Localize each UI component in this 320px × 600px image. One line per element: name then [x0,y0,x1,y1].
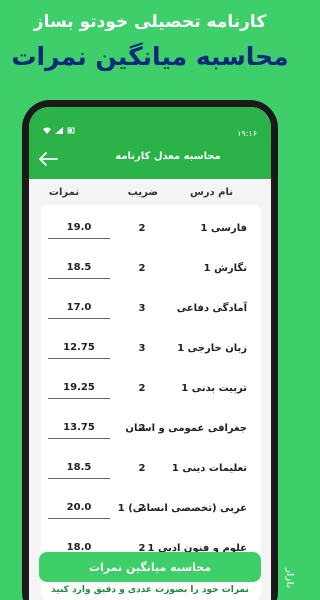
back-arrow-icon[interactable] [37,149,59,169]
course-factor: 2 [138,383,146,394]
score-input[interactable]: 19.0 [48,219,110,239]
status-icons [43,127,75,134]
table-row: تربیت بدنی 1 2 19.25 [41,369,261,409]
course-factor: 2 [138,463,146,474]
promo-banner: کارنامه تحصیلی خودتو بساز محاسبه میانگین… [0,0,300,100]
course-name: نگارش 1 [203,263,247,274]
course-name: زبان خارجی 1 [177,343,247,354]
course-factor: 3 [138,303,146,314]
app-screen: ۱۹:۱۶ محاسبه معدل کارنامه نام درس ضریب ن… [29,107,271,600]
store-watermark: بازار [284,567,294,589]
status-bar: ۱۹:۱۶ [29,107,271,139]
course-factor: 3 [138,343,146,354]
table-row: زبان خارجی 1 3 12.75 [41,329,261,369]
app-bar: محاسبه معدل کارنامه [29,139,271,179]
score-input[interactable]: 19.25 [48,379,110,399]
table-row: جغرافی عمومی و استان 2 13.75 [41,409,261,449]
score-input[interactable]: 17.0 [48,299,110,319]
course-name: تربیت بدنی 1 [181,383,247,394]
wifi-icon [43,127,51,134]
promo-subtitle: کارنامه تحصیلی خودتو بساز [33,12,267,32]
column-header-name: نام درس [189,187,233,198]
table-row: عربی (تخصصی انسانی) 1 2 20.0 [41,489,261,529]
table-row: نگارش 1 2 18.5 [41,249,261,289]
course-factor: 2 [138,423,146,434]
course-factor: 2 [138,503,146,514]
course-factor: 2 [138,263,146,274]
battery-icon [67,127,75,134]
table-row: تعلیمات دینی 1 2 18.5 [41,449,261,489]
column-header-factor: ضریب [127,187,158,198]
table-row: آمادگی دفاعی 3 17.0 [41,289,261,329]
grades-list: فارسی 1 2 19.0 نگارش 1 2 18.5 آمادگی دفا… [41,205,261,600]
course-name: فارسی 1 [200,223,247,234]
column-header-score: نمرات [48,187,80,198]
status-time: ۱۹:۱۶ [237,129,257,138]
course-factor: 2 [138,223,146,234]
score-input[interactable]: 18.5 [48,259,110,279]
course-name: آمادگی دفاعی [176,303,247,314]
calculate-average-button[interactable]: محاسبه میانگین نمرات [39,552,261,582]
score-input[interactable]: 18.5 [48,459,110,479]
signal-icon [55,127,63,134]
course-name: تعلیمات دینی 1 [171,463,247,474]
score-input[interactable]: 20.0 [48,499,110,519]
promo-title: محاسبه میانگین نمرات [11,42,289,71]
table-row: فارسی 1 2 19.0 [41,209,261,249]
page-title: محاسبه معدل کارنامه [115,151,221,162]
score-input[interactable]: 13.75 [48,419,110,439]
score-input[interactable]: 12.75 [48,339,110,359]
hint-text: نمرات خود را بصورت عددی و دقیق وارد کنید [51,585,249,595]
